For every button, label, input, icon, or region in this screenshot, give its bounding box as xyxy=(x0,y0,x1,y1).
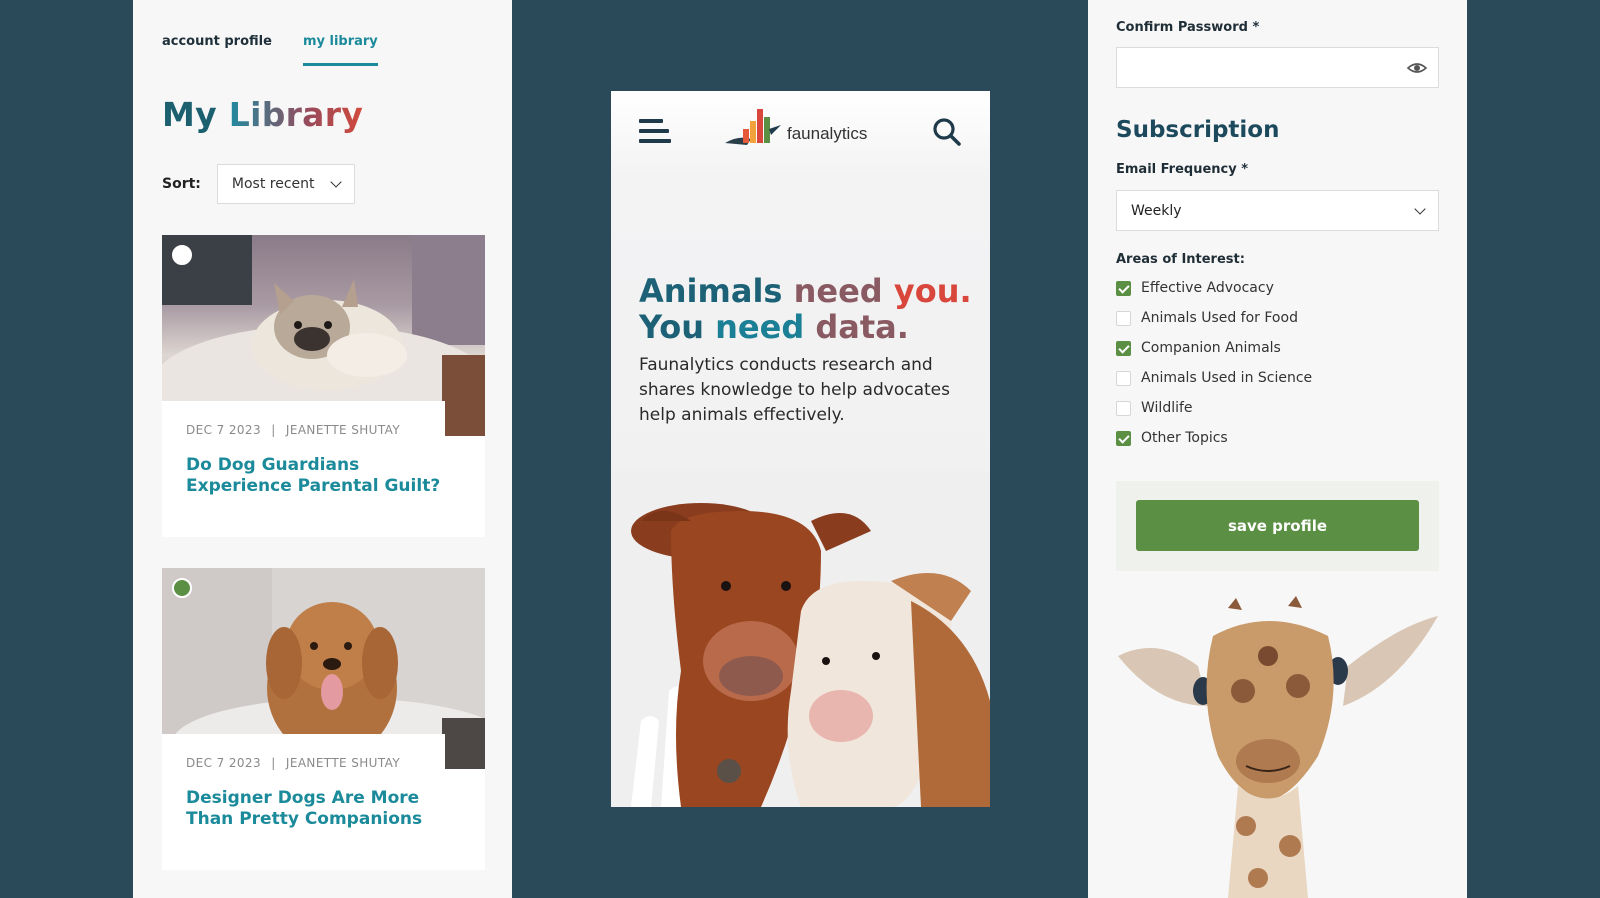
article-title[interactable]: Designer Dogs Are More Than Pretty Compa… xyxy=(186,788,446,830)
checkbox[interactable] xyxy=(1116,370,1131,386)
article-title[interactable]: Do Dog Guardians Experience Parental Gui… xyxy=(186,455,446,497)
sort-label: Sort: xyxy=(162,176,201,192)
checkbox[interactable] xyxy=(1116,400,1131,416)
hero-word: need xyxy=(793,272,883,310)
page-title-word-1: My xyxy=(162,95,217,134)
checkbox[interactable] xyxy=(1116,340,1131,356)
mobile-homepage: faunalytics Animals need you. You need d… xyxy=(611,91,990,807)
page-title: My Library xyxy=(162,95,363,134)
my-library-panel: account profile my library My Library So… xyxy=(133,0,512,898)
sort-select[interactable]: Most recent xyxy=(216,164,355,204)
hero-word: you. xyxy=(893,272,972,310)
hero-word: data. xyxy=(815,308,909,346)
hero-headline: Animals need you. You need data. xyxy=(639,273,972,345)
interest-label: Companion Animals xyxy=(1141,340,1281,356)
interest-option[interactable]: Companion Animals xyxy=(1116,333,1312,363)
article-date: DEC 7 2023 xyxy=(186,423,262,437)
logo-wordmark: faunalytics xyxy=(787,124,868,143)
interest-option[interactable]: Effective Advocacy xyxy=(1116,273,1312,303)
search-icon[interactable] xyxy=(932,117,962,147)
areas-of-interest-label: Areas of Interest: xyxy=(1116,252,1245,267)
mobile-header: faunalytics xyxy=(611,91,990,171)
interest-label: Effective Advocacy xyxy=(1141,280,1274,296)
hero-word: need xyxy=(715,308,805,346)
interest-label: Wildlife xyxy=(1141,400,1193,416)
confirm-password-label: Confirm Password * xyxy=(1116,20,1260,35)
hero-description: Faunalytics conducts research and shares… xyxy=(639,355,950,425)
select-toggle[interactable] xyxy=(172,245,192,265)
article-meta: DEC 7 2023 | JEANETTE SHUTAY xyxy=(186,423,421,437)
interest-label: Other Topics xyxy=(1141,430,1228,446)
chevron-down-icon xyxy=(1414,202,1426,215)
email-frequency-value: Weekly xyxy=(1131,202,1182,219)
email-frequency-select[interactable]: Weekly xyxy=(1116,190,1439,231)
interest-label: Animals Used in Science xyxy=(1141,370,1313,386)
checkbox[interactable] xyxy=(1116,310,1131,326)
sort-control: Sort: Most recent xyxy=(162,164,355,204)
interest-option[interactable]: Wildlife xyxy=(1116,393,1312,423)
faunalytics-logo[interactable]: faunalytics xyxy=(725,105,867,147)
article-author: JEANETTE SHUTAY xyxy=(285,756,401,770)
cows-hero-image xyxy=(611,471,990,807)
article-date: DEC 7 2023 xyxy=(186,756,262,770)
save-section: save profile xyxy=(1116,481,1439,571)
interest-option[interactable]: Animals Used in Science xyxy=(1116,363,1312,393)
card-body: DEC 7 2023 | JEANETTE SHUTAY Designer Do… xyxy=(162,734,445,852)
email-frequency-label: Email Frequency * xyxy=(1116,162,1249,177)
giraffe-image xyxy=(1118,596,1438,898)
profile-form-panel: Confirm Password * Subscription Email Fr… xyxy=(1088,0,1467,898)
article-card[interactable]: DEC 7 2023 | JEANETTE SHUTAY Do Dog Guar… xyxy=(162,235,485,537)
page-title-word-2: Library xyxy=(228,95,364,134)
article-card[interactable]: DEC 7 2023 | JEANETTE SHUTAY Designer Do… xyxy=(162,568,485,870)
save-profile-button[interactable]: save profile xyxy=(1136,500,1419,551)
interest-option[interactable]: Animals Used for Food xyxy=(1116,303,1312,333)
checkbox[interactable] xyxy=(1116,430,1131,446)
meta-separator: | xyxy=(271,756,276,770)
card-body: DEC 7 2023 | JEANETTE SHUTAY Do Dog Guar… xyxy=(162,401,445,519)
interest-option[interactable]: Other Topics xyxy=(1116,423,1312,453)
hero-word: Animals xyxy=(639,272,783,310)
chevron-down-icon xyxy=(330,176,342,188)
interest-checklist: Effective Advocacy Animals Used for Food… xyxy=(1116,273,1312,453)
subscription-heading: Subscription xyxy=(1116,117,1280,143)
tab-account-profile[interactable]: account profile xyxy=(162,34,272,66)
article-meta: DEC 7 2023 | JEANETTE SHUTAY xyxy=(186,756,421,770)
confirm-password-field[interactable] xyxy=(1116,47,1439,88)
select-toggle[interactable] xyxy=(172,578,192,598)
hamburger-menu-icon[interactable] xyxy=(639,119,671,145)
account-tabs: account profile my library xyxy=(162,34,378,66)
article-author: JEANETTE SHUTAY xyxy=(285,423,401,437)
meta-separator: | xyxy=(271,423,276,437)
interest-label: Animals Used for Food xyxy=(1141,310,1298,326)
eye-icon[interactable] xyxy=(1406,58,1428,78)
faunalytics-logo-mark xyxy=(725,109,781,145)
hero-word: You xyxy=(639,308,704,346)
sort-select-value: Most recent xyxy=(231,176,315,192)
tab-my-library[interactable]: my library xyxy=(302,34,378,66)
checkbox[interactable] xyxy=(1116,280,1131,296)
